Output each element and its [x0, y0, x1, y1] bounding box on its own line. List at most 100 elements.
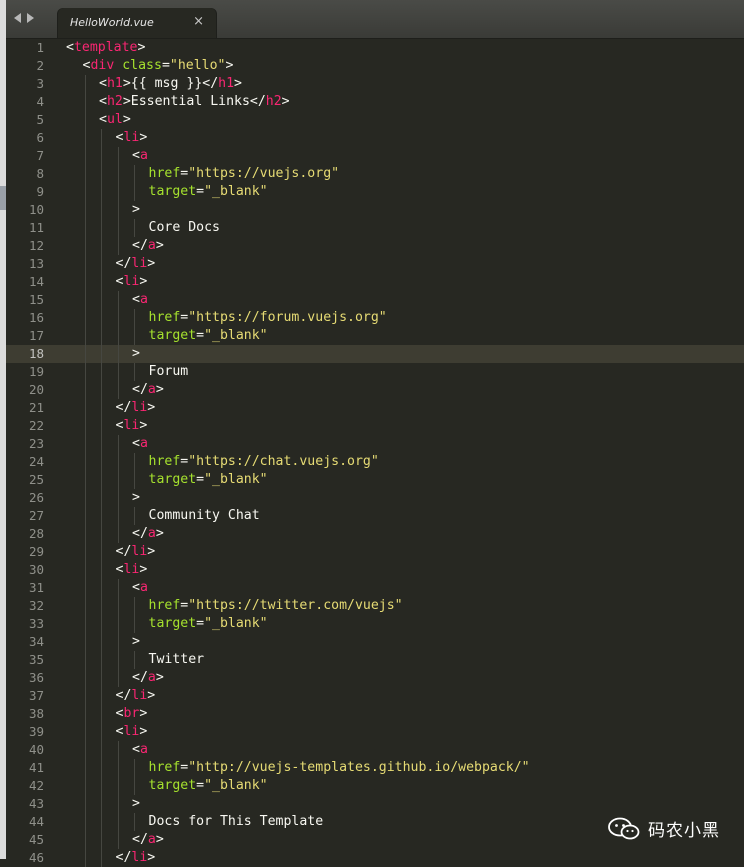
- code-line[interactable]: 17 target="_blank": [6, 327, 744, 345]
- code-line[interactable]: 36 </a>: [6, 669, 744, 687]
- code-line[interactable]: 42 target="_blank": [6, 777, 744, 795]
- code-line[interactable]: 8 href="https://vuejs.org": [6, 165, 744, 183]
- indent-guide: [117, 453, 119, 471]
- indent-guide: [84, 183, 86, 201]
- code-line[interactable]: 35 Twitter: [6, 651, 744, 669]
- line-number: 3: [36, 76, 44, 91]
- indent-guide: [101, 597, 102, 615]
- code-token: >: [155, 526, 164, 541]
- code-line[interactable]: 19 Forum: [6, 363, 744, 381]
- code-token: </: [132, 526, 148, 541]
- code-line[interactable]: 41 href="http://vuejs-templates.github.io…: [6, 759, 744, 777]
- code-line[interactable]: 40 <a: [6, 741, 744, 759]
- code-line[interactable]: 4 <h2>Essential Links</h2>: [6, 93, 744, 111]
- code-text: </a>: [132, 831, 164, 849]
- code-line[interactable]: 39 <li>: [6, 723, 744, 741]
- code-token: li: [131, 544, 148, 559]
- indent-guide: [84, 507, 86, 525]
- code-token: ul: [106, 112, 123, 127]
- code-line[interactable]: 26 >: [6, 489, 744, 507]
- code-line[interactable]: 22 <li>: [6, 417, 744, 435]
- code-token: Forum: [148, 364, 189, 379]
- code-line[interactable]: 46 </li>: [6, 849, 744, 867]
- code-token: >: [122, 76, 131, 91]
- code-line[interactable]: 12 </a>: [6, 237, 744, 255]
- code-line[interactable]: 43 >: [6, 795, 744, 813]
- code-line[interactable]: 3 <h1>{{ msg }}</h1>: [6, 75, 744, 93]
- line-number: 37: [28, 688, 44, 703]
- indent-guide: [101, 543, 102, 561]
- tab-helloworld[interactable]: HelloWorld.vue ×: [58, 8, 216, 38]
- code-line[interactable]: 13 </li>: [6, 255, 744, 273]
- code-line[interactable]: 20 </a>: [6, 381, 744, 399]
- indent-guide: [84, 525, 86, 543]
- code-line[interactable]: 29 </li>: [6, 543, 744, 561]
- code-line[interactable]: 21 </li>: [6, 399, 744, 417]
- indent-guide: [84, 165, 86, 183]
- indent-guide: [84, 759, 86, 777]
- code-line[interactable]: 14 <li>: [6, 273, 744, 291]
- code-line[interactable]: 30 <li>: [6, 561, 744, 579]
- code-line[interactable]: 28 </a>: [6, 525, 744, 543]
- code-line[interactable]: 24 href="https://chat.vuejs.org": [6, 453, 744, 471]
- code-text: <h1>{{ msg }}</h1>: [99, 75, 242, 93]
- code-token: >: [132, 634, 140, 649]
- indent-guide: [84, 291, 86, 309]
- code-line[interactable]: 1 <template>: [6, 39, 744, 57]
- code-token: div: [90, 58, 115, 73]
- code-line[interactable]: 7 <a: [6, 147, 744, 165]
- code-token: >: [132, 490, 140, 505]
- tab-bar: HelloWorld.vue ×: [6, 0, 744, 39]
- line-number: 6: [36, 130, 44, 145]
- code-line[interactable]: 37 </li>: [6, 687, 744, 705]
- indent-guide: [117, 759, 119, 777]
- line-number: 13: [28, 256, 44, 271]
- code-token: >: [147, 256, 156, 271]
- code-token: >: [132, 346, 140, 361]
- code-line[interactable]: 5 <ul>: [6, 111, 744, 129]
- code-line[interactable]: 34 >: [6, 633, 744, 651]
- code-line[interactable]: 38 <br>: [6, 705, 744, 723]
- code-token: href: [148, 598, 181, 613]
- code-line[interactable]: 31 <a: [6, 579, 744, 597]
- code-token: "hello": [169, 58, 226, 73]
- code-token: "_blank": [204, 328, 268, 343]
- code-line[interactable]: 9 target="_blank": [6, 183, 744, 201]
- line-number: 20: [28, 382, 44, 397]
- code-token: br: [123, 706, 140, 721]
- code-line[interactable]: 33 target="_blank": [6, 615, 744, 633]
- tab-prev-icon[interactable]: [14, 13, 21, 23]
- code-token: target: [148, 778, 197, 793]
- indent-guide: [117, 741, 119, 759]
- code-line[interactable]: 11 Core Docs: [6, 219, 744, 237]
- wechat-icon: [608, 817, 640, 839]
- code-line[interactable]: 2 <div class="hello">: [6, 57, 744, 75]
- code-line[interactable]: 23 <a: [6, 435, 744, 453]
- code-token: a: [147, 238, 156, 253]
- close-icon[interactable]: ×: [193, 14, 204, 29]
- code-token: </: [115, 544, 132, 559]
- indent-guide: [101, 831, 102, 849]
- line-number: 18: [28, 346, 44, 361]
- code-token: li: [123, 562, 140, 577]
- code-line[interactable]: 6 <li>: [6, 129, 744, 147]
- line-number: 44: [28, 814, 44, 829]
- code-line[interactable]: 27 Community Chat: [6, 507, 744, 525]
- code-line[interactable]: 32 href="https://twitter.com/vuejs": [6, 597, 744, 615]
- code-line[interactable]: 25 target="_blank": [6, 471, 744, 489]
- indent-guide: [101, 183, 102, 201]
- indent-guide: [101, 687, 102, 705]
- indent-guide: [134, 759, 135, 777]
- line-number: 38: [28, 706, 44, 721]
- code-line[interactable]: 16 href="https://forum.vuejs.org": [6, 309, 744, 327]
- line-number: 30: [28, 562, 44, 577]
- indent-guide: [134, 453, 135, 471]
- code-line[interactable]: 18 >: [6, 345, 744, 363]
- code-editor[interactable]: 1 <template> 2 <div class="hello"> 3 <h1>{{ m…: [6, 39, 744, 867]
- code-token: Docs for This Template: [148, 814, 324, 829]
- tab-next-icon[interactable]: [27, 13, 34, 23]
- code-token: a: [139, 742, 148, 757]
- code-text: </li>: [116, 399, 156, 417]
- code-line[interactable]: 15 <a: [6, 291, 744, 309]
- code-line[interactable]: 10 >: [6, 201, 744, 219]
